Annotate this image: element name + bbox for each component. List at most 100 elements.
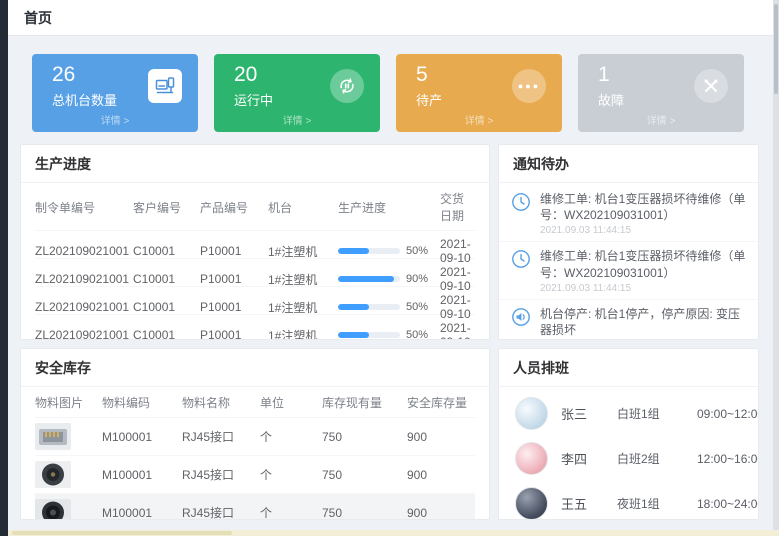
panel-title-schedule: 人员排班 (499, 349, 758, 387)
ellipsis-icon: ●●● (512, 69, 546, 103)
material-name: RJ45接口 (182, 428, 260, 445)
col-header: 产品编号 (200, 199, 268, 216)
production-table-header: 制令单编号 客户编号 产品编号 机台 生产进度 交货日期 (35, 183, 475, 231)
progress-cell: 50% (338, 245, 440, 257)
material-code: M100001 (102, 506, 182, 520)
customer-no: C10001 (133, 328, 200, 340)
progress-label: 90% (406, 273, 428, 285)
schedule-row: 李四 白班2组 12:00~16:00 (499, 436, 758, 481)
order-no: ZL202109021001 (35, 244, 133, 258)
safety-qty: 900 (407, 430, 475, 444)
col-header: 单位 (260, 394, 322, 411)
progress-bar (338, 248, 400, 254)
table-row: ZL202109021001 C10001 P10001 1#注塑机 50% 2… (35, 315, 475, 340)
progress-label: 50% (406, 329, 428, 340)
stat-card-running[interactable]: 20 运行中 详情 > (214, 54, 380, 132)
notification-body: 机台停产: 机台1停产，停产原因: 变压器损坏 2021.09.03 11:44… (540, 306, 746, 340)
col-header: 库存现有量 (322, 394, 407, 411)
stat-card-info: 20 运行中 (234, 63, 273, 108)
notification-item[interactable]: 维修工单: 机台1变压器损坏待维修（单号：WX202109031001） 202… (499, 185, 758, 242)
stat-label: 故障 (598, 90, 624, 109)
product-no: P10001 (200, 328, 268, 340)
vertical-scrollbar-thumb[interactable] (774, 4, 778, 94)
order-no: ZL202109021001 (35, 328, 133, 340)
table-row: ZL202109021001 C10001 P10001 1#注塑机 90% 2… (35, 259, 475, 287)
rj45-connector-photo (35, 423, 71, 450)
unit: 个 (260, 466, 322, 483)
delivery-date: 2021-09-10 (440, 321, 475, 340)
schedule-row: 王五 夜班1组 18:00~24:00 (499, 481, 758, 520)
col-header: 机台 (268, 199, 338, 216)
col-header: 安全库存量 (407, 394, 475, 411)
progress-fill (338, 304, 369, 310)
progress-bar (338, 276, 400, 282)
customer-no: C10001 (133, 272, 200, 286)
machine: 1#注塑机 (268, 327, 338, 341)
progress-cell: 50% (338, 329, 440, 340)
stat-card-pending[interactable]: 5 待产 ●●● 详情 > (396, 54, 562, 132)
panel-title-inventory: 安全库存 (21, 349, 489, 387)
unit: 个 (260, 428, 322, 445)
stat-detail-link[interactable]: 详情 > (214, 110, 380, 132)
machine: 1#注塑机 (268, 243, 338, 260)
col-header: 客户编号 (133, 199, 200, 216)
shift-time: 09:00~12:00 (697, 407, 759, 421)
order-no: ZL202109021001 (35, 300, 133, 314)
running-sync-icon (330, 69, 364, 103)
stat-value: 26 (52, 63, 117, 86)
product-no: P10001 (200, 272, 268, 286)
clock-icon (511, 248, 531, 293)
progress-bar (338, 304, 400, 310)
order-no: ZL202109021001 (35, 272, 133, 286)
stat-card-total-machines[interactable]: 26 总机台数量 详情 > (32, 54, 198, 132)
schedule-list: 张三 白班1组 09:00~12:00 李四 白班2组 12:00~16:00 … (499, 387, 758, 520)
notification-text: 维修工单: 机台1变压器损坏待维修（单号：WX202109031001） (540, 191, 746, 223)
col-header: 生产进度 (338, 199, 440, 216)
notification-item[interactable]: 维修工单: 机台1变压器损坏待维修（单号：WX202109031001） 202… (499, 242, 758, 299)
table-row: M100001 RJ45接口 个 750 900 (35, 494, 475, 520)
motor-part-photo (35, 461, 71, 488)
progress-label: 50% (406, 301, 428, 313)
inventory-table: 物料图片 物料编码 物料名称 单位 库存现有量 安全库存量 (21, 387, 489, 520)
dashboard-page: 首页 26 总机台数量 详情 > (8, 0, 773, 530)
stat-card-main: 1 故障 (578, 54, 744, 110)
table-row: M100001 RJ45接口 个 750 900 (35, 418, 475, 456)
table-row: M100001 RJ45接口 个 750 900 (35, 456, 475, 494)
speaker-part-photo (35, 499, 71, 520)
tools-icon (694, 69, 728, 103)
notification-text: 机台停产: 机台1停产，停产原因: 变压器损坏 (540, 306, 746, 338)
stat-detail-link[interactable]: 详情 > (32, 110, 198, 132)
clock-icon (511, 191, 531, 236)
panels-row-bottom: 安全库存 物料图片 物料编码 物料名称 单位 库存现有量 安全库存量 (20, 348, 759, 520)
stat-detail-link[interactable]: 详情 > (578, 110, 744, 132)
col-header: 物料编码 (102, 394, 182, 411)
stat-card-fault[interactable]: 1 故障 详情 > (578, 54, 744, 132)
panels-row-top: 生产进度 制令单编号 客户编号 产品编号 机台 生产进度 交货日期 ZL2021… (20, 144, 759, 340)
table-row: ZL202109021001 C10001 P10001 1#注塑机 50% 2… (35, 287, 475, 315)
notification-item[interactable]: 机台停产: 机台1停产，停产原因: 变压器损坏 2021.09.03 11:44… (499, 300, 758, 340)
shift-label: 夜班1组 (617, 495, 697, 512)
notification-body: 维修工单: 机台1变压器损坏待维修（单号：WX202109031001） 202… (540, 191, 746, 236)
progress-cell: 50% (338, 301, 440, 313)
panel-title-production: 生产进度 (21, 145, 489, 183)
horizontal-scrollbar[interactable] (8, 530, 779, 536)
speaker-icon (511, 306, 531, 340)
notification-body: 维修工单: 机台1变压器损坏待维修（单号：WX202109031001） 202… (540, 248, 746, 293)
stat-card-info: 1 故障 (598, 63, 624, 108)
vertical-scrollbar[interactable] (773, 0, 779, 530)
stat-value: 1 (598, 63, 624, 86)
unit: 个 (260, 504, 322, 520)
horizontal-scrollbar-thumb[interactable] (12, 531, 232, 535)
notification-text: 维修工单: 机台1变压器损坏待维修（单号：WX202109031001） (540, 248, 746, 280)
progress-bar (338, 332, 400, 338)
material-name: RJ45接口 (182, 466, 260, 483)
stat-detail-link[interactable]: 详情 > (396, 110, 562, 132)
progress-fill (338, 332, 369, 338)
col-header: 制令单编号 (35, 199, 133, 216)
production-table: 制令单编号 客户编号 产品编号 机台 生产进度 交货日期 ZL202109021… (21, 183, 489, 340)
stat-label: 运行中 (234, 90, 273, 109)
staff-name: 张三 (561, 404, 617, 423)
main-content: 生产进度 制令单编号 客户编号 产品编号 机台 生产进度 交货日期 ZL2021… (8, 144, 773, 530)
safety-qty: 900 (407, 468, 475, 482)
safety-stock-panel: 安全库存 物料图片 物料编码 物料名称 单位 库存现有量 安全库存量 (20, 348, 490, 520)
